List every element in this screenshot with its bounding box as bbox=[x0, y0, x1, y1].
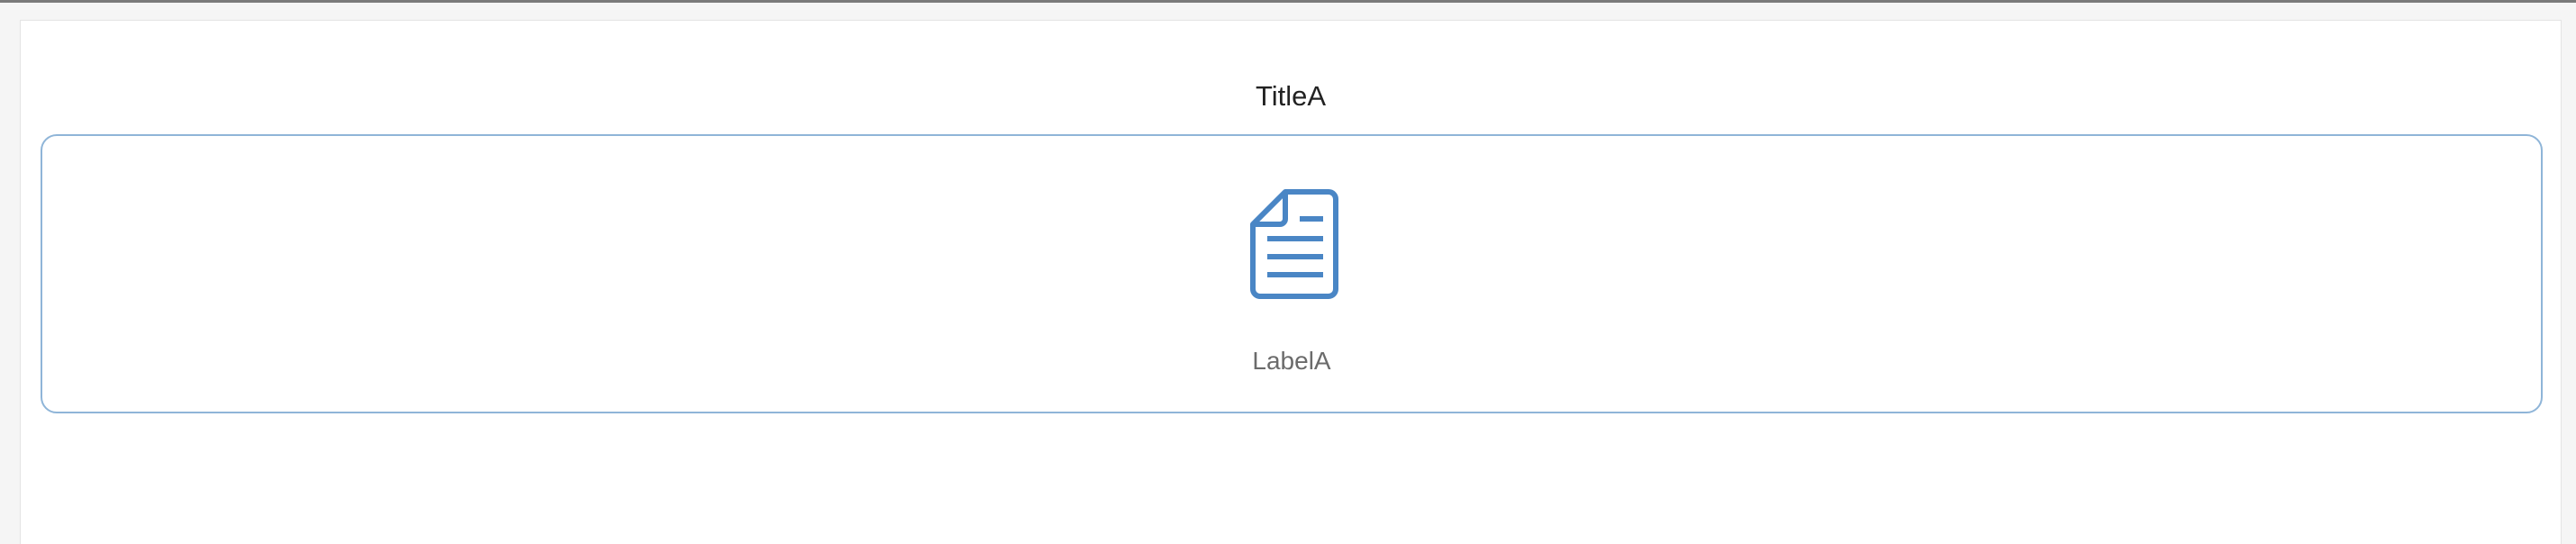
document-icon bbox=[1249, 188, 1339, 300]
card-label: LabelA bbox=[1252, 347, 1331, 375]
top-border bbox=[0, 0, 2576, 3]
page-title: TitleA bbox=[1255, 80, 1327, 112]
main-panel: TitleA LabelA bbox=[20, 20, 2562, 544]
document-card[interactable]: LabelA bbox=[41, 134, 2543, 413]
